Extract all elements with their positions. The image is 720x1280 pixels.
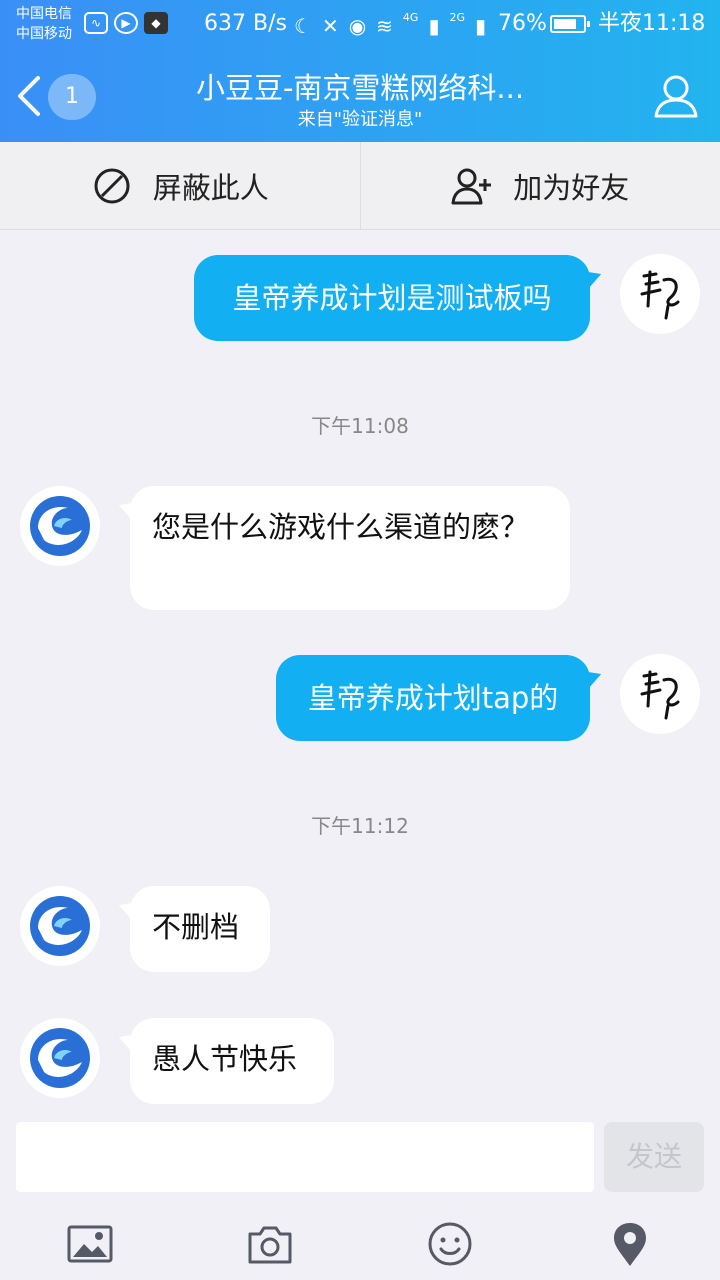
tool-bar [0,1212,720,1276]
my-avatar[interactable] [620,254,700,334]
send-button[interactable]: 发送 [604,1122,704,1192]
back-button[interactable] [14,74,44,118]
chevron-left-icon [18,76,40,116]
image-button[interactable] [66,1220,114,1268]
contact-avatar[interactable] [20,486,100,566]
emoji-icon [428,1222,472,1266]
app-logo-avatar-icon [30,896,90,956]
moon-icon: ☾ [294,14,312,38]
carrier-1: 中国电信 [16,6,72,22]
top-bar: 中国电信 中国移动 ∿ ▶ ◆ 637 B/s ☾ ✕ ◉ ≋ 4G ▮ 2G … [0,0,720,142]
signal-bars-icon: ▮ [428,14,440,38]
status-bar: 中国电信 中国移动 ∿ ▶ ◆ 637 B/s ☾ ✕ ◉ ≋ 4G ▮ 2G … [0,0,720,48]
outgoing-message[interactable]: 皇帝养成计划tap的 [276,655,590,741]
incoming-message[interactable]: 愚人节快乐 [130,1018,334,1104]
contact-avatar[interactable] [20,886,100,966]
add-friend-button[interactable]: 加为好友 [359,142,720,229]
signal-indicators: ☾ ✕ ◉ ≋ 4G ▮ 2G ▮ [294,12,486,40]
block-label: 屏蔽此人 [152,170,269,205]
add-user-icon [451,168,492,204]
image-icon [67,1225,113,1263]
play-icon: ▶ [114,12,138,34]
user-icon [654,75,698,118]
chat-title: 小豆豆-南京雪糕网络科... [195,71,525,105]
add-friend-label: 加为好友 [513,170,630,205]
block-button[interactable]: 屏蔽此人 [0,142,360,229]
incoming-message[interactable]: 不删档 [130,886,270,972]
message-input[interactable] [16,1122,594,1192]
notification-icons: ∿ ▶ ◆ [84,12,168,34]
incoming-message[interactable]: 您是什么游戏什么渠道的麽？ [130,486,570,610]
chat-header: 1 小豆豆-南京雪糕网络科... 来自"验证消息" [0,48,720,142]
block-icon [94,168,130,203]
chat-subtitle: 来自"验证消息" [297,109,423,130]
carrier-info: 中国电信 中国移动 [16,4,72,44]
profile-button[interactable] [652,72,700,120]
clock: 半夜11:18 [598,11,706,36]
camera-button[interactable] [246,1220,294,1268]
carrier-2: 中国移动 [16,26,72,42]
contact-avatar[interactable] [20,1018,100,1098]
my-avatar[interactable] [620,654,700,734]
signal-4g-label: 4G [402,11,419,24]
net-speed: 637 B/s [204,11,287,36]
app-logo-avatar-icon [30,496,90,556]
timestamp: 下午11:12 [311,814,409,838]
unread-badge[interactable]: 1 [48,74,96,120]
battery-icon [550,15,590,33]
calligraphy-avatar-icon [640,270,680,320]
location-icon [614,1223,646,1266]
outgoing-message[interactable]: 皇帝养成计划是测试板吗 [194,255,590,341]
emoji-button[interactable] [426,1220,474,1268]
activity-icon: ∿ [84,12,108,34]
input-bar: 发送 [0,1108,720,1280]
eye-icon: ◉ [348,14,367,38]
app-notification-icon: ◆ [144,12,168,34]
app-logo-avatar-icon [30,1028,90,1088]
timestamp: 下午11:08 [311,414,409,438]
signal-2g-label: 2G [449,11,465,24]
camera-icon [248,1226,292,1264]
mute-icon: ✕ [321,14,339,38]
location-button[interactable] [606,1220,654,1268]
calligraphy-avatar-icon [640,670,680,720]
stranger-action-bar: 屏蔽此人 加为好友 [0,142,720,230]
signal-bars-icon: ▮ [475,14,487,38]
battery-percent: 76% [498,11,547,36]
wifi-icon: ≋ [376,14,393,38]
